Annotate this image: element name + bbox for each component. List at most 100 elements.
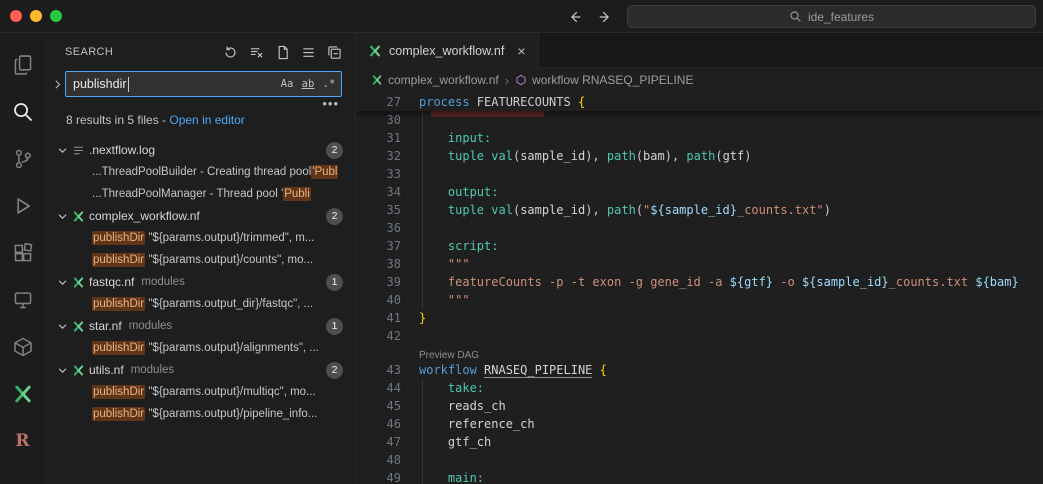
result-match-row[interactable]: publishDir "${params.output}/trimmed", m… <box>45 227 355 249</box>
line-number: 31 <box>356 131 401 145</box>
source-control-icon[interactable] <box>0 135 45 182</box>
line-number: 38 <box>356 257 401 271</box>
result-match-row[interactable]: publishDir "${params.output}/pipeline_in… <box>45 403 355 425</box>
codelens-preview-dag[interactable]: Preview DAG <box>356 345 1043 361</box>
code-line[interactable]: 36 <box>356 219 1043 237</box>
line-content: output: <box>419 185 498 199</box>
line-content: process FEATURECOUNTS { <box>419 95 585 109</box>
code-line[interactable]: 46 reference_ch <box>356 415 1043 433</box>
indent-guide <box>422 111 423 309</box>
result-file-row[interactable]: utils.nfmodules2 <box>45 359 355 381</box>
code-line[interactable]: 48 <box>356 451 1043 469</box>
view-as-list-icon[interactable] <box>297 41 319 63</box>
remote-explorer-icon[interactable] <box>0 276 45 323</box>
minimize-window-button[interactable] <box>30 10 42 22</box>
line-number: 49 <box>356 471 401 484</box>
nextflow-extension-icon[interactable] <box>0 370 45 417</box>
code-line[interactable]: 47 gtf_ch <box>356 433 1043 451</box>
collapse-all-icon[interactable] <box>323 41 345 63</box>
line-content: script: <box>419 239 498 253</box>
activity-bar: R <box>0 33 45 484</box>
line-number: 35 <box>356 203 401 217</box>
search-sidebar: SEARCH <box>45 33 355 484</box>
code-line[interactable]: 40 """ <box>356 291 1043 309</box>
line-number: 42 <box>356 329 401 343</box>
close-window-button[interactable] <box>10 10 22 22</box>
zoom-window-button[interactable] <box>50 10 62 22</box>
toggle-replace-icon[interactable] <box>49 72 65 96</box>
result-match-row[interactable]: ...ThreadPoolManager - Thread pool 'Publ… <box>45 183 355 205</box>
run-debug-icon[interactable] <box>0 182 45 229</box>
code-line[interactable]: 34 output: <box>356 183 1043 201</box>
line-content: input: <box>419 131 491 145</box>
match-highlight: publishDir <box>92 253 145 267</box>
traffic-lights <box>10 10 62 22</box>
search-view-icon[interactable] <box>0 88 45 135</box>
r-language-icon[interactable]: R <box>0 417 45 464</box>
search-input[interactable]: publishdir Aa ab .* <box>65 71 342 97</box>
navigate-forward-button[interactable] <box>596 8 614 26</box>
line-number: 34 <box>356 185 401 199</box>
code-line[interactable]: 43 workflow RNASEQ_PIPELINE { <box>356 361 1043 379</box>
code-line[interactable]: 33 <box>356 165 1043 183</box>
line-number: 43 <box>356 363 401 377</box>
workflow-symbol-icon <box>515 74 527 86</box>
match-highlight: publishDir <box>92 385 145 399</box>
result-file-row[interactable]: fastqc.nfmodules1 <box>45 271 355 293</box>
whole-word-toggle[interactable]: ab <box>298 74 318 94</box>
text-cursor <box>128 77 129 92</box>
result-match-row[interactable]: publishDir "${params.output_dir}/fastqc"… <box>45 293 355 315</box>
code-line[interactable]: 35 tuple val(sample_id), path("${sample_… <box>356 201 1043 219</box>
breadcrumb-file[interactable]: complex_workflow.nf <box>371 73 499 87</box>
line-number: 36 <box>356 221 401 235</box>
code-line[interactable]: 37 script: <box>356 237 1043 255</box>
code-line[interactable]: 42 <box>356 327 1043 345</box>
explorer-icon[interactable] <box>0 41 45 88</box>
code-line[interactable]: 41} <box>356 309 1043 327</box>
command-center-label: ide_features <box>808 10 874 24</box>
code-line[interactable]: 31 input: <box>356 129 1043 147</box>
result-match-row[interactable]: publishDir "${params.output}/alignments"… <box>45 337 355 359</box>
clear-results-icon[interactable] <box>245 41 267 63</box>
toggle-search-details-icon[interactable]: ••• <box>322 98 339 110</box>
result-match-row[interactable]: ...ThreadPoolBuilder - Creating thread p… <box>45 161 355 183</box>
code-editor[interactable]: 27process FEATURECOUNTS { 3031 input:32 … <box>356 92 1043 484</box>
code-line[interactable]: 44 take: <box>356 379 1043 397</box>
result-file-row[interactable]: .nextflow.log2 <box>45 139 355 161</box>
nextflow-icon <box>72 210 85 223</box>
line-number: 41 <box>356 311 401 325</box>
match-case-toggle[interactable]: Aa <box>277 74 297 94</box>
result-file-row[interactable]: star.nfmodules1 <box>45 315 355 337</box>
result-file-row[interactable]: complex_workflow.nf2 <box>45 205 355 227</box>
close-tab-icon[interactable]: × <box>517 44 525 58</box>
code-line[interactable]: 49 main: <box>356 469 1043 484</box>
navigate-back-button[interactable] <box>566 8 584 26</box>
tab-complex-workflow[interactable]: complex_workflow.nf × <box>356 33 539 68</box>
log-icon <box>72 144 85 157</box>
command-center-search[interactable]: ide_features <box>627 5 1036 28</box>
line-content: workflow RNASEQ_PIPELINE { <box>419 363 607 377</box>
regex-toggle[interactable]: .* <box>319 74 339 94</box>
partially-visible-match-highlight <box>431 111 544 117</box>
code-line[interactable]: 38 """ <box>356 255 1043 273</box>
containers-icon[interactable] <box>0 323 45 370</box>
code-line[interactable]: 45 reads_ch <box>356 397 1043 415</box>
code-line[interactable]: 27process FEATURECOUNTS { <box>356 92 1043 111</box>
search-results: .nextflow.log2...ThreadPoolBuilder - Cre… <box>45 139 355 484</box>
open-in-editor-link[interactable]: Open in editor <box>169 113 244 127</box>
breadcrumb-symbol[interactable]: workflow RNASEQ_PIPELINE <box>515 73 693 87</box>
code-line[interactable]: 39 featureCounts -p -t exon -g gene_id -… <box>356 273 1043 291</box>
open-new-search-editor-icon[interactable] <box>271 41 293 63</box>
result-file-name: fastqc.nf <box>89 275 134 289</box>
refresh-icon[interactable] <box>219 41 241 63</box>
nextflow-file-icon <box>371 74 383 86</box>
match-context: ...ThreadPoolManager - Thread pool ' <box>92 188 283 200</box>
sticky-scroll-line[interactable]: 27process FEATURECOUNTS { <box>356 92 1043 111</box>
tab-bar: complex_workflow.nf × <box>356 33 1043 68</box>
chevron-icon <box>57 277 68 288</box>
result-match-row[interactable]: publishDir "${params.output}/counts", mo… <box>45 249 355 271</box>
result-match-row[interactable]: publishDir "${params.output}/multiqc", m… <box>45 381 355 403</box>
match-highlight: publishDir <box>92 231 145 245</box>
code-line[interactable]: 32 tuple val(sample_id), path(bam), path… <box>356 147 1043 165</box>
extensions-icon[interactable] <box>0 229 45 276</box>
